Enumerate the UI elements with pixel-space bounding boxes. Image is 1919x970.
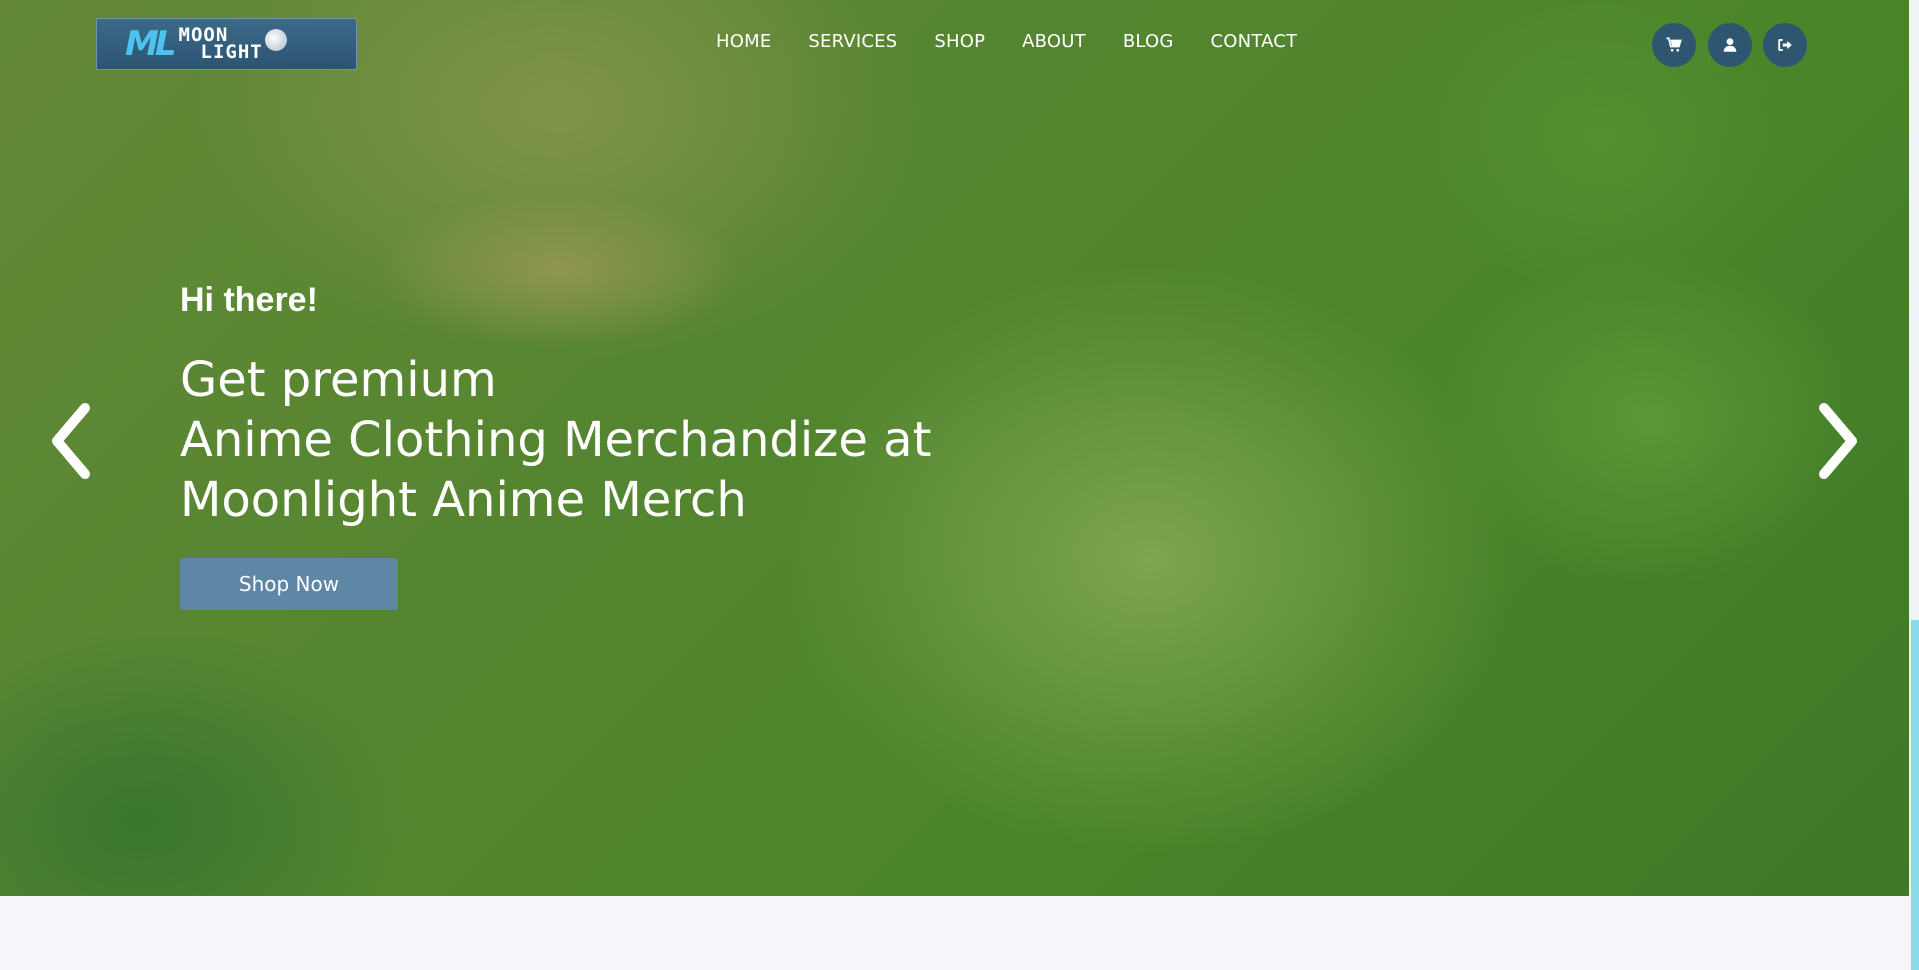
- carousel-prev-button[interactable]: [44, 398, 100, 484]
- main-nav: HOME SERVICES SHOP ABOUT BLOG CONTACT: [716, 31, 1334, 52]
- logo-line-2: LIGHT: [200, 41, 263, 63]
- hero-greeting: Hi there!: [180, 281, 318, 319]
- chevron-right-icon: [1819, 403, 1857, 479]
- shop-now-button[interactable]: Shop Now: [180, 558, 398, 610]
- nav-contact[interactable]: CONTACT: [1210, 31, 1297, 52]
- logout-button[interactable]: [1763, 23, 1807, 67]
- site-logo[interactable]: ML MOON LIGHT: [96, 18, 357, 70]
- logo-text: MOON LIGHT: [179, 26, 263, 63]
- nav-home[interactable]: HOME: [716, 31, 771, 52]
- nav-about[interactable]: ABOUT: [1022, 31, 1086, 52]
- cart-button[interactable]: [1652, 23, 1696, 67]
- hero-title-line-1: Get premium: [180, 352, 497, 408]
- logo-mark: ML: [125, 24, 176, 64]
- hero-title-line-2: Anime Clothing Merchandize at: [180, 412, 932, 468]
- chevron-left-icon: [52, 403, 90, 479]
- nav-shop[interactable]: SHOP: [934, 31, 985, 52]
- user-icon: [1723, 38, 1737, 52]
- cart-icon: [1666, 37, 1682, 52]
- account-button[interactable]: [1708, 23, 1752, 67]
- nav-blog[interactable]: BLOG: [1123, 31, 1174, 52]
- carousel-next-button[interactable]: [1809, 398, 1865, 484]
- sign-out-icon: [1778, 39, 1792, 51]
- moon-icon: [264, 29, 287, 51]
- hero-title-line-3: Moonlight Anime Merch: [180, 472, 747, 528]
- scrollbar-thumb[interactable]: [1911, 620, 1919, 970]
- hero-title: Get premium Anime Clothing Merchandize a…: [180, 350, 960, 530]
- nav-services[interactable]: SERVICES: [808, 31, 897, 52]
